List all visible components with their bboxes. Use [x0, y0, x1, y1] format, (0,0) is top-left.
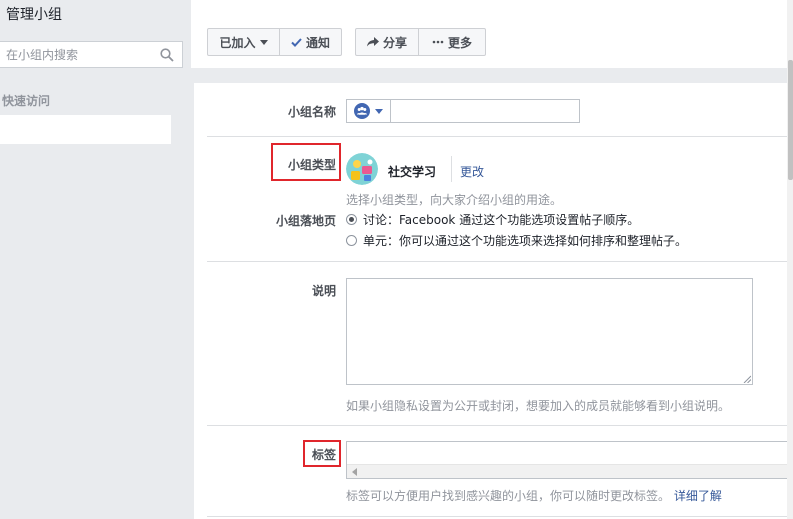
sidebar-search — [0, 41, 183, 68]
resize-grip-icon[interactable] — [743, 375, 751, 383]
landing-page-label: 小组落地页 — [275, 214, 336, 228]
landing-option-units[interactable]: 单元：你可以通过这个功能选项来选择如何排序和整理帖子。 — [346, 232, 687, 249]
group-type-label: 小组类型 — [287, 158, 336, 172]
more-button[interactable]: 更多 — [418, 28, 486, 56]
tags-scrollbar[interactable] — [347, 464, 793, 478]
change-type-link[interactable]: 更改 — [460, 163, 484, 180]
group-search-input[interactable] — [0, 42, 150, 67]
description-textarea[interactable] — [346, 278, 753, 385]
group-type-value: 社交学习 — [388, 165, 437, 179]
divider — [207, 516, 793, 517]
share-button[interactable]: 分享 — [355, 28, 419, 56]
page-scrollbar-thumb[interactable] — [788, 60, 793, 180]
divider — [207, 425, 793, 426]
sidebar: 管理小组 快速访问 — [0, 0, 191, 519]
learn-more-link[interactable]: 详细了解 — [674, 489, 722, 503]
share-arrow-icon — [366, 37, 379, 47]
group-type-help: 选择小组类型，向大家介绍小组的用途。 — [346, 193, 563, 207]
group-icon-picker[interactable] — [347, 100, 391, 122]
tags-input[interactable] — [346, 441, 793, 479]
search-icon[interactable] — [160, 48, 174, 62]
joined-button[interactable]: 已加入 — [207, 28, 280, 56]
group-name-field — [346, 99, 580, 123]
tags-help: 标签可以方便用户找到感兴趣的小组，你可以随时更改标签。 详细了解 — [346, 487, 722, 504]
ellipsis-icon — [432, 40, 444, 44]
landing-option-label: 讨论：Facebook 通过这个功能选项设置帖子顺序。 — [363, 213, 640, 227]
divider — [207, 261, 793, 262]
notify-button[interactable]: 通知 — [279, 28, 342, 56]
checkmark-icon — [291, 37, 302, 47]
chevron-down-icon — [259, 39, 268, 45]
tags-help-text: 标签可以方便用户找到感兴趣的小组，你可以随时更改标签。 — [346, 489, 671, 503]
joined-label: 已加入 — [219, 35, 256, 50]
quick-access-item[interactable] — [0, 115, 171, 144]
chevron-down-icon — [375, 108, 383, 114]
more-label: 更多 — [447, 35, 472, 50]
tags-label: 标签 — [311, 448, 336, 462]
radio-selected-icon[interactable] — [346, 214, 357, 225]
group-toolbar: 已加入 通知 分享 更多 — [191, 0, 793, 68]
group-name-input[interactable] — [391, 100, 579, 122]
section-gap — [191, 68, 793, 83]
group-type-icon — [346, 153, 378, 185]
share-label: 分享 — [382, 35, 407, 50]
group-name-label: 小组名称 — [287, 105, 336, 119]
scroll-left-icon[interactable] — [352, 468, 357, 476]
divider — [451, 156, 452, 182]
landing-option-label: 单元：你可以通过这个功能选项来选择如何排序和整理帖子。 — [363, 234, 688, 248]
landing-option-discussion[interactable]: 讨论：Facebook 通过这个功能选项设置帖子顺序。 — [346, 211, 639, 228]
divider — [207, 136, 793, 137]
description-help: 如果小组隐私设置为公开或封闭，想要加入的成员就能够看到小组说明。 — [346, 399, 731, 413]
notify-label: 通知 — [305, 35, 330, 50]
group-settings-form: 小组名称 小组类型 社交学习 更改 选择小组类型，向大家介绍小组的用途。 小组落… — [194, 83, 793, 519]
sidebar-title: 管理小组 — [6, 7, 62, 23]
group-people-icon — [354, 103, 370, 119]
description-label: 说明 — [311, 284, 336, 298]
quick-access-heading: 快速访问 — [2, 94, 51, 108]
radio-unselected-icon[interactable] — [346, 235, 357, 246]
